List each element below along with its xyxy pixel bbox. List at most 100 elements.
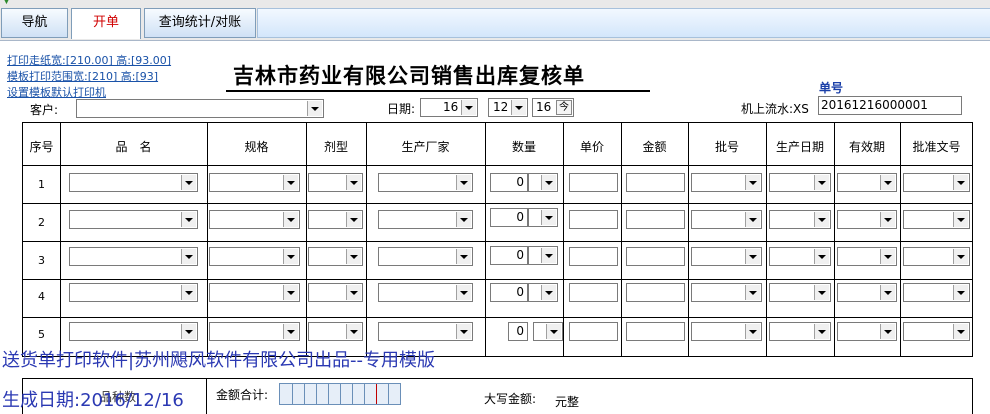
- chevron-down-icon[interactable]: [346, 212, 361, 227]
- date-day-select[interactable]: 16 今: [532, 98, 574, 117]
- mfg-date-select[interactable]: [769, 173, 831, 192]
- unit-select[interactable]: [528, 208, 558, 227]
- chevron-down-icon[interactable]: [283, 249, 298, 264]
- chevron-down-icon[interactable]: [814, 175, 829, 190]
- chevron-down-icon[interactable]: [541, 175, 556, 190]
- spec-select[interactable]: [209, 210, 300, 229]
- maker-select[interactable]: [378, 210, 473, 229]
- expiry-select[interactable]: [837, 247, 897, 266]
- batch-select[interactable]: [691, 322, 762, 341]
- chevron-down-icon[interactable]: [541, 248, 556, 263]
- chevron-down-icon[interactable]: [953, 324, 968, 339]
- expiry-select[interactable]: [837, 210, 897, 229]
- template-range-link[interactable]: 模板打印范围宽:[210] 高:[93]: [7, 68, 158, 84]
- expiry-select[interactable]: [837, 322, 897, 341]
- chevron-down-icon[interactable]: [456, 324, 471, 339]
- spec-select[interactable]: [209, 322, 300, 341]
- chevron-down-icon[interactable]: [181, 175, 196, 190]
- chevron-down-icon[interactable]: [880, 212, 895, 227]
- qty-input[interactable]: 0: [490, 246, 528, 265]
- approval-select[interactable]: [903, 210, 970, 229]
- chevron-down-icon[interactable]: [346, 285, 361, 300]
- maker-select[interactable]: [378, 173, 473, 192]
- chevron-down-icon[interactable]: [814, 324, 829, 339]
- amount-input[interactable]: [626, 247, 685, 266]
- chevron-down-icon[interactable]: [745, 175, 760, 190]
- mfg-date-select[interactable]: [769, 283, 831, 302]
- batch-select[interactable]: [691, 173, 762, 192]
- chevron-down-icon[interactable]: [346, 175, 361, 190]
- amount-input[interactable]: [626, 173, 685, 192]
- amount-total-box[interactable]: [279, 383, 401, 405]
- approval-select[interactable]: [903, 173, 970, 192]
- chevron-down-icon[interactable]: [880, 324, 895, 339]
- expiry-select[interactable]: [837, 173, 897, 192]
- chevron-down-icon[interactable]: [181, 249, 196, 264]
- chevron-down-icon[interactable]: [814, 285, 829, 300]
- amount-input[interactable]: [626, 322, 685, 341]
- qty-input[interactable]: 0: [490, 208, 528, 227]
- qty-input[interactable]: 0: [490, 283, 528, 302]
- customer-select[interactable]: [76, 99, 324, 118]
- chevron-down-icon[interactable]: [953, 175, 968, 190]
- chevron-down-icon[interactable]: [745, 249, 760, 264]
- batch-select[interactable]: [691, 283, 762, 302]
- chevron-down-icon[interactable]: [541, 210, 556, 225]
- price-input[interactable]: [569, 247, 618, 266]
- approval-select[interactable]: [903, 283, 970, 302]
- chevron-down-icon[interactable]: [456, 285, 471, 300]
- chevron-down-icon[interactable]: [283, 285, 298, 300]
- print-paper-link[interactable]: 打印走纸宽:[210.00] 高:[93.00]: [7, 52, 171, 68]
- name-select[interactable]: [69, 247, 198, 266]
- chevron-down-icon[interactable]: [880, 175, 895, 190]
- today-button[interactable]: 今: [556, 100, 572, 115]
- chevron-down-icon[interactable]: [953, 285, 968, 300]
- unit-select[interactable]: [533, 322, 563, 341]
- chevron-down-icon[interactable]: [181, 324, 196, 339]
- chevron-down-icon[interactable]: [745, 285, 760, 300]
- chevron-down-icon[interactable]: [456, 212, 471, 227]
- name-select[interactable]: [69, 322, 198, 341]
- tab-billing[interactable]: 开单: [71, 8, 141, 39]
- spec-select[interactable]: [209, 247, 300, 266]
- price-input[interactable]: [569, 322, 618, 341]
- unit-select[interactable]: [528, 283, 558, 302]
- tab-query[interactable]: 查询统计/对账: [144, 8, 256, 38]
- form-select[interactable]: [308, 322, 363, 341]
- amount-input[interactable]: [626, 283, 685, 302]
- maker-select[interactable]: [378, 247, 473, 266]
- name-select[interactable]: [69, 210, 198, 229]
- mfg-date-select[interactable]: [769, 322, 831, 341]
- qty-input[interactable]: 0: [508, 322, 528, 341]
- maker-select[interactable]: [378, 283, 473, 302]
- set-default-printer-link[interactable]: 设置模板默认打印机: [7, 84, 106, 100]
- approval-select[interactable]: [903, 247, 970, 266]
- chevron-down-icon[interactable]: [511, 100, 526, 115]
- approval-select[interactable]: [903, 322, 970, 341]
- chevron-down-icon[interactable]: [181, 212, 196, 227]
- expiry-select[interactable]: [837, 283, 897, 302]
- chevron-down-icon[interactable]: [456, 175, 471, 190]
- maker-select[interactable]: [378, 322, 473, 341]
- chevron-down-icon[interactable]: [880, 249, 895, 264]
- mfg-date-select[interactable]: [769, 210, 831, 229]
- spec-select[interactable]: [209, 173, 300, 192]
- price-input[interactable]: [569, 283, 618, 302]
- serial-input[interactable]: 20161216000001: [818, 96, 962, 115]
- form-select[interactable]: [308, 173, 363, 192]
- qty-input[interactable]: 0: [490, 173, 528, 192]
- chevron-down-icon[interactable]: [346, 249, 361, 264]
- chevron-down-icon[interactable]: [283, 175, 298, 190]
- chevron-down-icon[interactable]: [814, 212, 829, 227]
- chevron-down-icon[interactable]: [745, 212, 760, 227]
- chevron-down-icon[interactable]: [541, 285, 556, 300]
- chevron-down-icon[interactable]: [461, 100, 476, 115]
- chevron-down-icon[interactable]: [745, 324, 760, 339]
- batch-select[interactable]: [691, 247, 762, 266]
- amount-input[interactable]: [626, 210, 685, 229]
- form-select[interactable]: [308, 210, 363, 229]
- chevron-down-icon[interactable]: [953, 249, 968, 264]
- price-input[interactable]: [569, 173, 618, 192]
- date-year-select[interactable]: 16: [420, 98, 478, 117]
- chevron-down-icon[interactable]: [307, 101, 322, 116]
